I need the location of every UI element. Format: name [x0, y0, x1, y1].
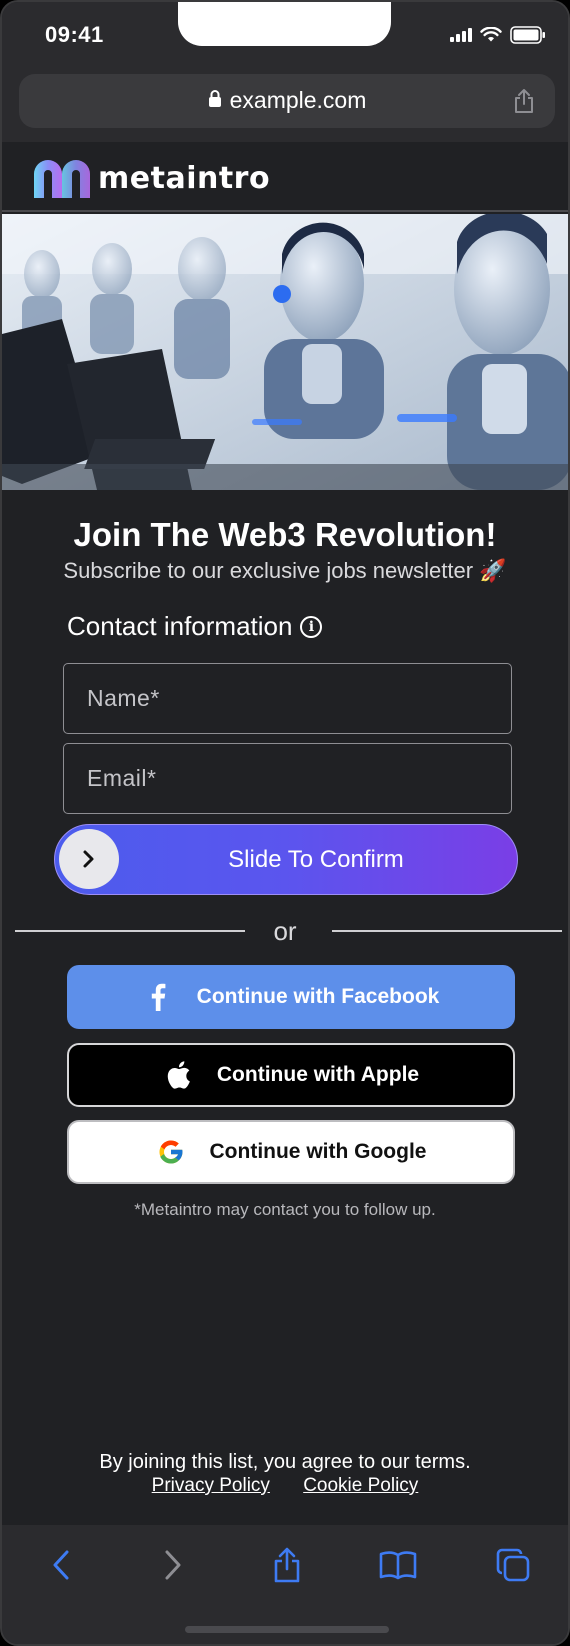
facebook-button-label: Continue with Facebook [196, 985, 440, 1008]
contact-information-label: Contact information [67, 611, 293, 641]
url-display[interactable]: example.com [19, 87, 555, 114]
forward-button[interactable] [153, 1545, 193, 1585]
back-button[interactable] [41, 1545, 81, 1585]
continue-with-facebook-button[interactable]: Continue with Facebook [67, 965, 515, 1029]
metaintro-logo-icon [34, 160, 90, 198]
browser-address-area: example.com [2, 68, 568, 142]
google-button-label: Continue with Google [209, 1140, 427, 1163]
info-icon[interactable]: i [300, 615, 323, 638]
slide-to-confirm[interactable]: Slide To Confirm [54, 824, 518, 895]
or-separator: or [273, 916, 297, 946]
site-header: metaintro [2, 142, 568, 212]
tabs-icon [496, 1548, 530, 1582]
wifi-icon [480, 27, 502, 42]
notch [178, 2, 391, 46]
site-logo[interactable]: metaintro [32, 156, 270, 200]
email-input[interactable] [63, 743, 512, 814]
share-button[interactable] [267, 1545, 307, 1585]
apple-icon [163, 1060, 193, 1090]
cookie-policy-link[interactable]: Cookie Policy [303, 1475, 418, 1496]
chevron-right-icon [83, 850, 94, 868]
hero-image [2, 214, 568, 490]
share-icon [274, 1547, 300, 1583]
divider-right [332, 930, 562, 932]
phone-screen: 09:41 example.com metaintro Join The Web… [0, 0, 570, 1646]
hero-robots-illustration [2, 214, 568, 490]
google-icon [156, 1137, 186, 1167]
status-time: 09:41 [45, 22, 104, 47]
slide-label: Slide To Confirm [228, 846, 404, 873]
apple-button-label: Continue with Apple [216, 1063, 420, 1086]
page-subtitle: Subscribe to our exclusive jobs newslett… [63, 558, 507, 583]
followup-note: *Metaintro may contact you to follow up. [134, 1200, 436, 1219]
page-title: Join The Web3 Revolution! [73, 516, 497, 553]
home-indicator [185, 1626, 389, 1633]
privacy-policy-link[interactable]: Privacy Policy [152, 1475, 270, 1496]
battery-icon [510, 26, 545, 44]
forward-icon [165, 1550, 181, 1580]
logo-text: metaintro [98, 160, 271, 196]
url-text: example.com [229, 87, 367, 113]
tabs-button[interactable] [493, 1545, 533, 1585]
address-bar[interactable]: example.com [19, 74, 555, 128]
bookmarks-button[interactable] [378, 1545, 418, 1585]
slide-handle[interactable] [59, 829, 119, 889]
name-input[interactable] [63, 663, 512, 734]
browser-toolbar [2, 1525, 568, 1644]
continue-with-google-button[interactable]: Continue with Google [67, 1120, 515, 1184]
terms-text: By joining this list, you agree to our t… [99, 1451, 471, 1473]
lock-icon [208, 90, 221, 108]
contact-information-heading: Contact information i [67, 611, 323, 642]
status-icons [450, 26, 546, 44]
back-icon [53, 1550, 69, 1580]
status-bar: 09:41 [2, 2, 568, 68]
footer-links: Privacy Policy Cookie Policy [2, 1475, 568, 1497]
facebook-icon [143, 982, 173, 1012]
continue-with-apple-button[interactable]: Continue with Apple [67, 1043, 515, 1107]
bookmarks-icon [379, 1551, 417, 1580]
cellular-signal-icon [450, 28, 472, 42]
share-icon[interactable] [513, 88, 535, 114]
